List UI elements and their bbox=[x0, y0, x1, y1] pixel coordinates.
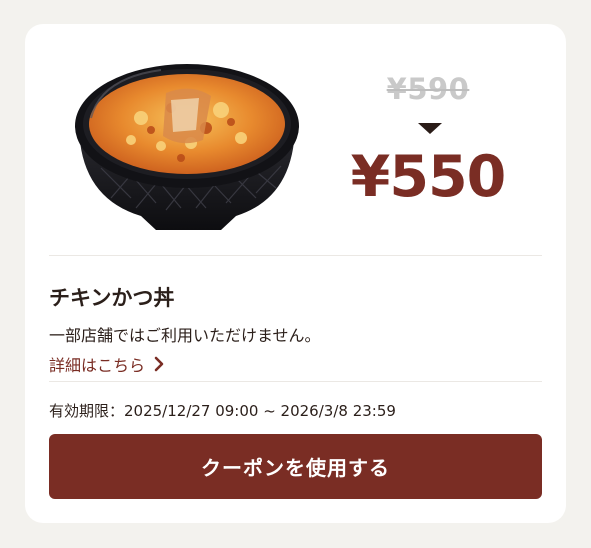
validity-period: 有効期限：2025/12/27 09:00 ~ 2026/3/8 23:59 bbox=[49, 402, 396, 420]
details-link-label: 詳細はこちら bbox=[49, 356, 146, 375]
divider bbox=[49, 255, 542, 256]
details-link[interactable]: 詳細はこちら bbox=[49, 352, 165, 376]
use-coupon-button[interactable]: クーポンを使用する bbox=[49, 434, 542, 499]
down-arrow-icon bbox=[418, 123, 442, 134]
chevron-right-icon bbox=[154, 356, 164, 372]
old-price: ¥590 bbox=[386, 72, 470, 106]
coupon-card: ¥590 ¥550 チキンかつ丼 一部店舗ではご利用いただけません。 詳細はこち… bbox=[25, 24, 566, 523]
chicken-katsudon-image bbox=[75, 64, 299, 230]
price-area: ¥590 ¥550 bbox=[343, 72, 513, 222]
coupon-header: ¥590 ¥550 bbox=[25, 24, 566, 256]
availability-note: 一部店舗ではご利用いただけません。 bbox=[49, 326, 321, 345]
divider bbox=[49, 381, 542, 382]
new-price: ¥550 bbox=[350, 144, 507, 210]
item-name: チキンかつ丼 bbox=[49, 286, 175, 310]
